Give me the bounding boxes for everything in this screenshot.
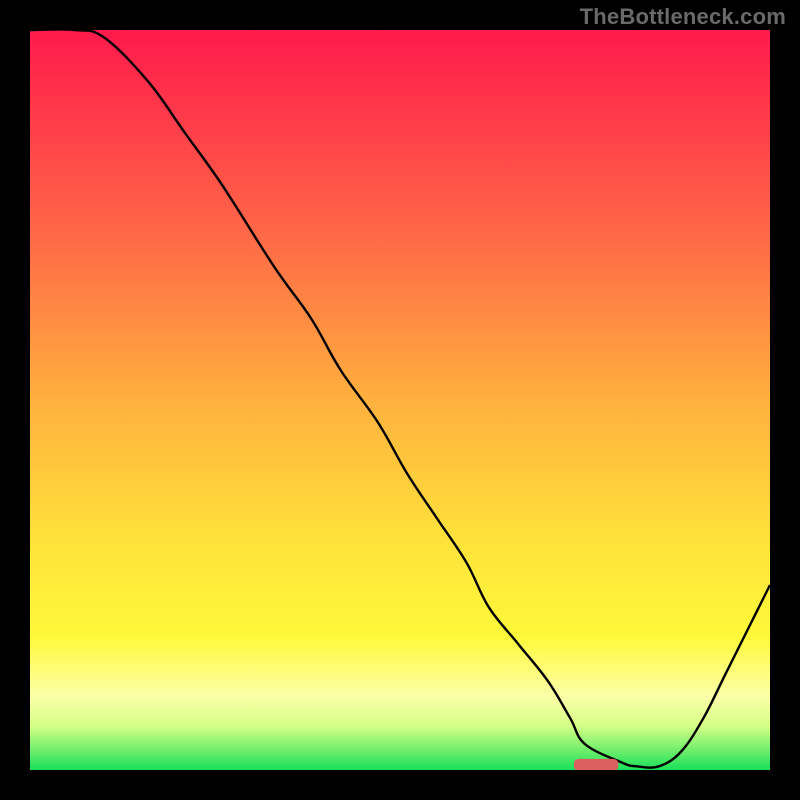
plot-background xyxy=(30,30,770,770)
chart-svg xyxy=(0,0,800,800)
chart-frame: TheBottleneck.com xyxy=(0,0,800,800)
optimal-marker xyxy=(574,759,618,771)
